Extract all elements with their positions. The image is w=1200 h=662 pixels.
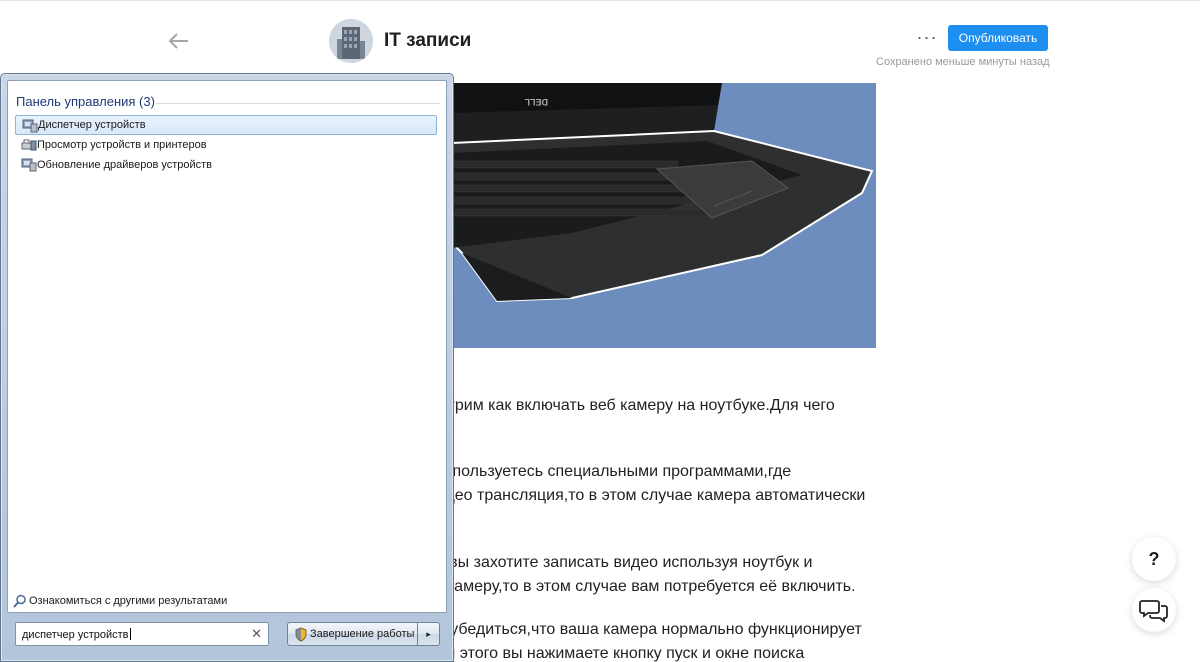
article-paragraph: вы пользуетесь специальными программами,… (428, 463, 792, 480)
channel-title: IT записи (384, 30, 472, 51)
shutdown-options-arrow[interactable]: ▸ (418, 622, 440, 646)
back-arrow-icon[interactable] (166, 28, 192, 54)
magnifier-icon (13, 594, 27, 608)
result-driver-update[interactable]: Обновление драйверов устройств (15, 155, 437, 175)
section-header-control-panel[interactable]: Панель управления (3) (16, 94, 155, 109)
start-search-input[interactable]: диспетчер устройств ✕ (15, 622, 269, 646)
section-divider (156, 103, 440, 104)
more-options-button[interactable]: ··· (913, 26, 941, 52)
device-manager-icon (22, 118, 38, 133)
help-button[interactable]: ? (1132, 537, 1176, 581)
start-menu: Панель управления (3) Диспетчер устройст… (0, 73, 454, 662)
article-paragraph: для этого вы нажимаете кнопку пуск и окн… (428, 645, 805, 662)
article-paragraph: но убедиться,что ваша камера нормально ф… (428, 621, 862, 638)
clear-search-icon[interactable]: ✕ (251, 626, 262, 642)
result-devices-printers[interactable]: Просмотр устройств и принтеров (15, 135, 437, 155)
article-paragraph: видео трансляция,то в этом случае камера… (428, 487, 866, 504)
see-more-results-label: Ознакомиться с другими результатами (29, 595, 228, 607)
article-paragraph: ру вы захотите записать видео используя … (428, 554, 813, 571)
devices-printers-icon (21, 137, 37, 152)
article-image[interactable]: DELL (452, 83, 876, 348)
text-caret (129, 628, 131, 640)
shutdown-button[interactable]: Завершение работы (287, 622, 418, 646)
result-label: Просмотр устройств и принтеров (37, 139, 207, 151)
search-input-value: диспетчер устройств (22, 629, 129, 641)
top-divider (0, 0, 1200, 1)
article-paragraph: го камеру,то в этом случае вам потребует… (428, 578, 856, 595)
driver-update-icon (21, 157, 37, 172)
result-device-manager[interactable]: Диспетчер устройств (15, 115, 437, 135)
uac-shield-icon (294, 627, 308, 642)
chat-icon (1139, 600, 1168, 623)
result-label: Диспетчер устройств (38, 119, 146, 131)
article-paragraph: мотрим как включать веб камеру на ноутбу… (428, 397, 835, 414)
result-label: Обновление драйверов устройств (37, 159, 213, 171)
chat-button[interactable] (1132, 588, 1176, 632)
shutdown-label: Завершение работы (310, 628, 415, 640)
channel-avatar (329, 19, 373, 63)
saved-status: Сохранено меньше минуты назад (876, 56, 1050, 68)
publish-button[interactable]: Опубликовать (948, 25, 1048, 51)
dell-logo: DELL (524, 97, 548, 107)
